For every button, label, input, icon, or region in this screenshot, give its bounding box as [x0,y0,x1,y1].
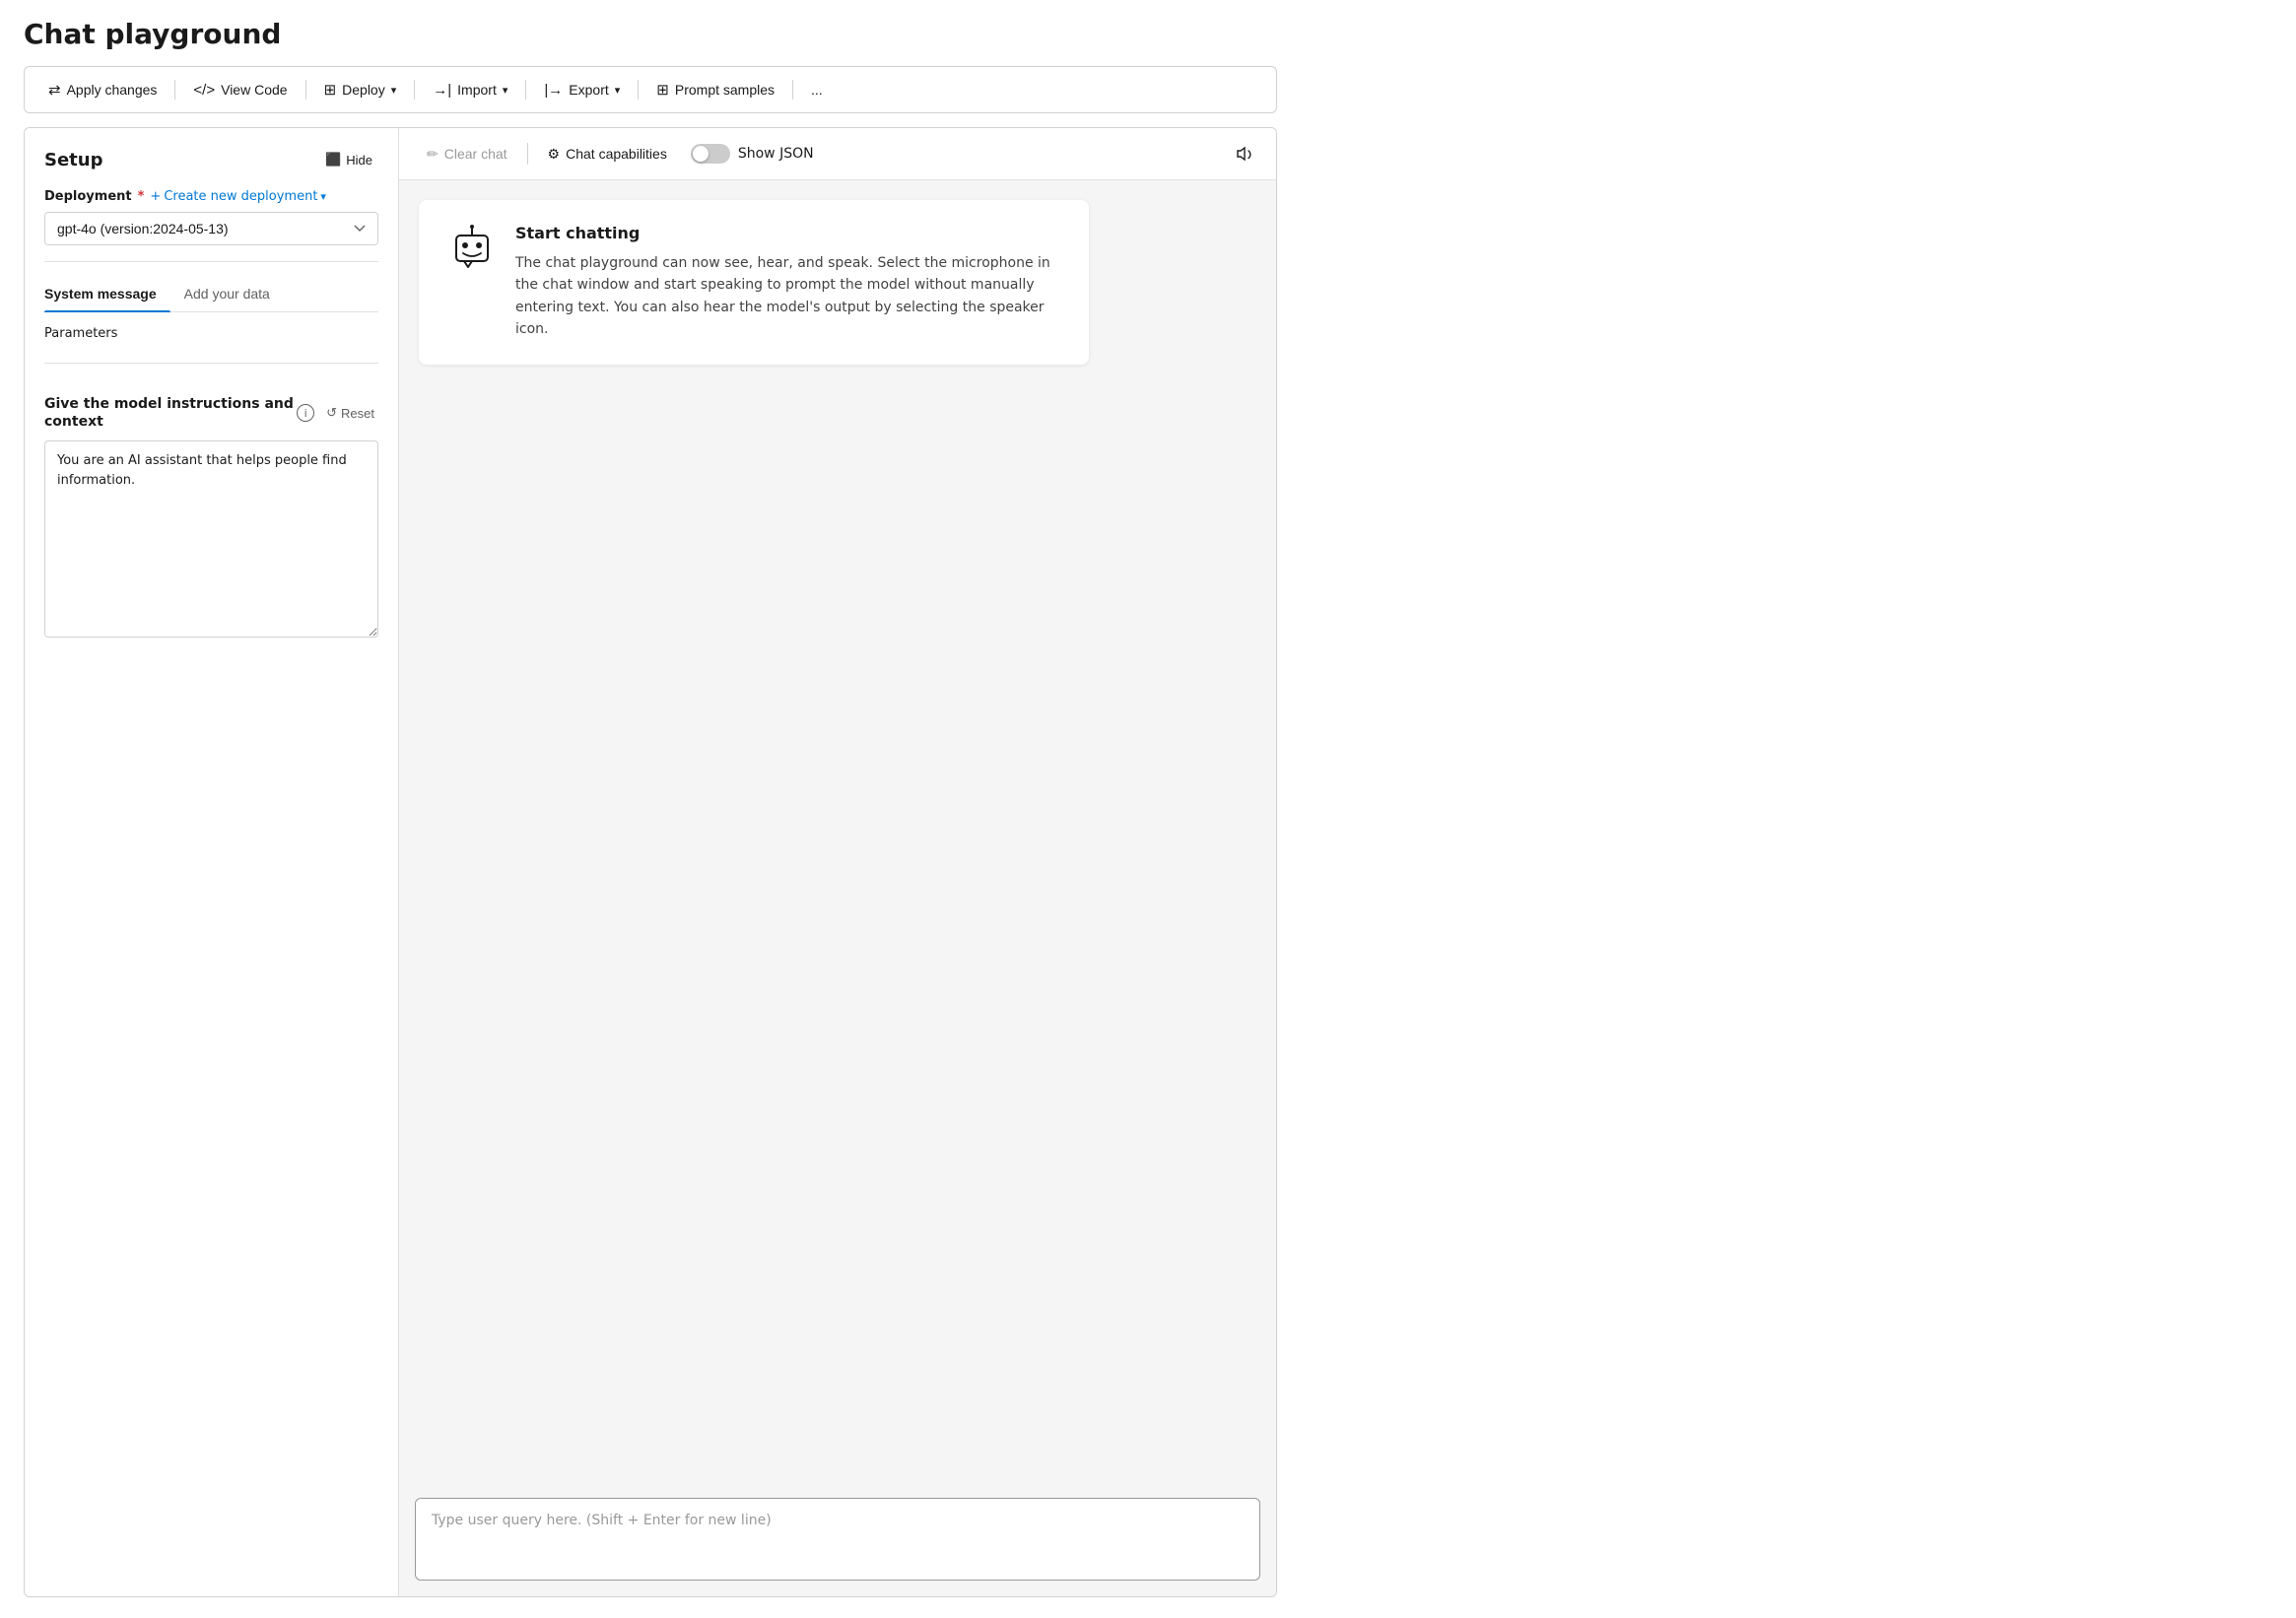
import-button[interactable]: →| Import ▾ [423,76,517,104]
toolbar-divider-5 [638,80,639,100]
welcome-content: Start chatting The chat playground can n… [515,224,1061,341]
speaker-icon [1235,144,1254,164]
show-json-toggle-group: Show JSON [691,144,814,164]
main-content: Setup ⬛ Hide Deployment * + Create new d… [24,127,1277,1597]
chat-capabilities-button[interactable]: ⚙ Chat capabilities [536,140,679,169]
toolbar-divider-4 [525,80,526,100]
view-code-button[interactable]: </> View Code [183,76,297,104]
instructions-section: Give the model instructions and context … [44,395,378,641]
create-new-deployment-link[interactable]: + Create new deployment ▾ [150,189,326,204]
welcome-card: Start chatting The chat playground can n… [419,200,1089,365]
deployment-label: Deployment * + Create new deployment ▾ [44,189,378,204]
required-indicator: * [138,189,145,204]
instructions-label: Give the model instructions and context [44,395,297,431]
chat-input-box [415,1498,1260,1581]
setup-panel: Setup ⬛ Hide Deployment * + Create new d… [25,128,399,1596]
apply-changes-icon: ⇄ [48,81,61,99]
export-icon: |→ [544,82,563,99]
hide-panel-icon: ⬛ [325,152,341,168]
section-divider-1 [44,261,378,262]
deploy-icon: ⊞ [324,81,337,99]
reset-button[interactable]: ↺ Reset [322,403,378,423]
setup-title: Setup [44,150,102,170]
chat-input[interactable] [432,1513,1244,1562]
page-title: Chat playground [24,18,1277,50]
instructions-actions: i ↺ Reset [297,403,378,423]
chat-panel: ✏ Clear chat ⚙ Chat capabilities Show JS… [399,128,1276,1596]
import-icon: →| [433,82,451,99]
deployment-select[interactable]: gpt-4o (version:2024-05-13) [44,212,378,245]
tabs-row: System message Add your data [44,278,378,312]
tab-system-message[interactable]: System message [44,278,170,311]
code-icon: </> [193,82,215,99]
toolbar-divider-2 [305,80,306,100]
chat-toolbar: ✏ Clear chat ⚙ Chat capabilities Show JS… [399,128,1276,180]
chat-input-area [399,1486,1276,1596]
apply-changes-button[interactable]: ⇄ Apply changes [38,75,167,104]
prompt-samples-icon: ⊞ [656,81,669,99]
deploy-button[interactable]: ⊞ Deploy ▾ [314,75,407,104]
welcome-text: The chat playground can now see, hear, a… [515,252,1061,341]
plus-icon: + [150,189,161,204]
toolbar-divider-3 [414,80,415,100]
show-json-label: Show JSON [738,146,814,162]
parameters-link[interactable]: Parameters [44,320,378,347]
toolbar-divider-6 [792,80,793,100]
import-chevron-icon: ▾ [503,84,508,97]
info-icon[interactable]: i [297,404,314,422]
deploy-chevron-icon: ▾ [391,84,397,97]
prompt-samples-button[interactable]: ⊞ Prompt samples [646,75,784,104]
section-divider-2 [44,363,378,364]
welcome-title: Start chatting [515,224,1061,242]
export-chevron-icon: ▾ [615,84,621,97]
instructions-textarea[interactable]: You are an AI assistant that helps peopl… [44,440,378,638]
instructions-header: Give the model instructions and context … [44,395,378,431]
tab-add-your-data[interactable]: Add your data [184,278,284,311]
gear-icon: ⚙ [548,146,561,163]
export-button[interactable]: |→ Export ▾ [534,76,630,104]
chat-toolbar-divider [527,143,528,165]
main-toolbar: ⇄ Apply changes </> View Code ⊞ Deploy ▾… [24,66,1277,113]
more-options-button[interactable]: ... [801,76,833,103]
speaker-button[interactable] [1229,138,1260,169]
chat-messages: Start chatting The chat playground can n… [399,180,1276,1486]
eraser-icon: ✏ [427,146,439,163]
show-json-toggle[interactable] [691,144,730,164]
toolbar-divider-1 [174,80,175,100]
hide-button[interactable]: ⬛ Hide [319,148,378,171]
robot-icon [446,224,498,282]
setup-header: Setup ⬛ Hide [44,148,378,171]
create-chevron-icon: ▾ [320,190,326,203]
reset-icon: ↺ [326,405,337,421]
clear-chat-button[interactable]: ✏ Clear chat [415,140,519,169]
